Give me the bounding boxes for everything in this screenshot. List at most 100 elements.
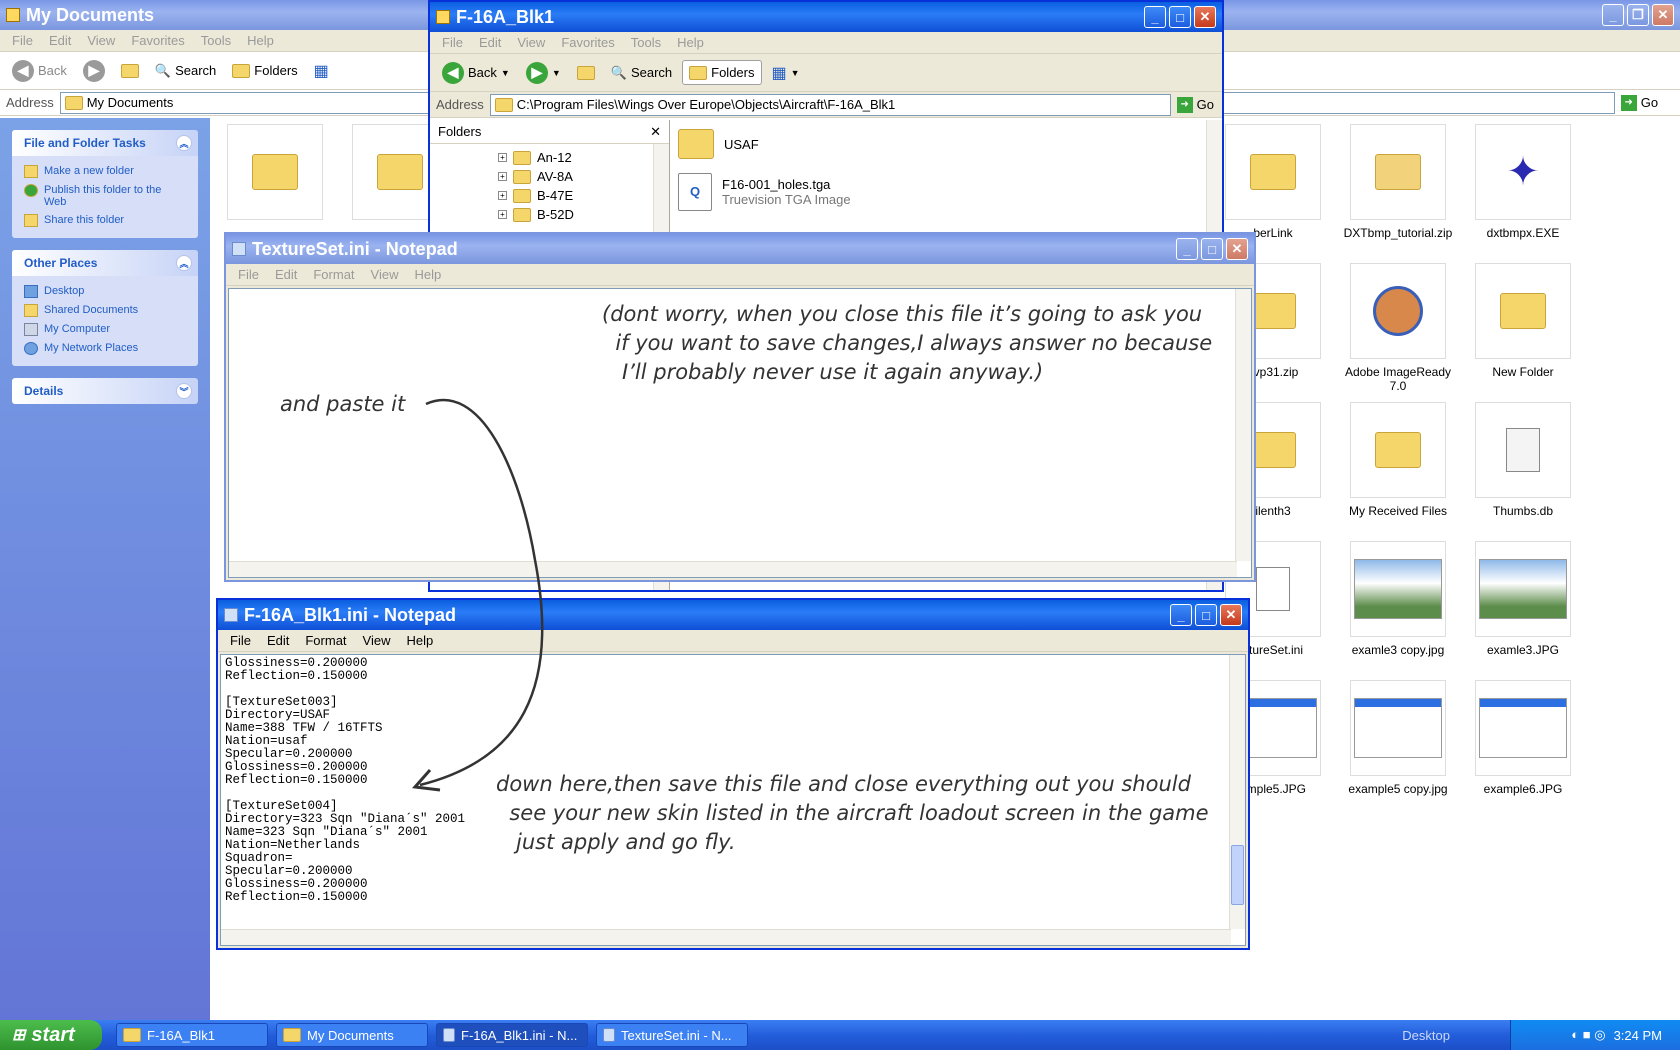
taskbar-item-textureset-notepad[interactable]: TextureSet.ini - N... — [596, 1023, 748, 1047]
expand-plus-icon[interactable]: + — [498, 210, 507, 219]
task-share-folder[interactable]: Share this folder — [24, 211, 186, 230]
menu-favorites[interactable]: Favorites — [123, 33, 192, 48]
file-item[interactable]: example6.JPG — [1463, 680, 1583, 796]
minimize-button[interactable]: _ — [1170, 604, 1192, 626]
menu-edit[interactable]: Edit — [259, 633, 297, 648]
search-button[interactable]: 🔍 Search — [605, 61, 678, 85]
expand-chevron-icon[interactable]: ︾ — [176, 383, 192, 399]
file-item-usaf[interactable]: USAF — [678, 124, 1198, 164]
forward-button[interactable]: ▶ ▼ — [520, 58, 567, 88]
taskbar-item-my-documents[interactable]: My Documents — [276, 1023, 428, 1047]
menu-favorites[interactable]: Favorites — [553, 35, 622, 50]
close-button[interactable]: ✕ — [1226, 238, 1248, 260]
clock[interactable]: 3:24 PM — [1614, 1028, 1662, 1043]
go-button[interactable]: ➜ Go — [1176, 96, 1222, 113]
menu-edit[interactable]: Edit — [267, 267, 305, 282]
close-pane-icon[interactable]: ✕ — [650, 124, 661, 140]
close-button[interactable]: ✕ — [1652, 4, 1674, 26]
close-button[interactable]: ✕ — [1220, 604, 1242, 626]
menu-format[interactable]: Format — [305, 267, 362, 282]
file-item[interactable]: examle3.JPG — [1463, 541, 1583, 657]
menu-file[interactable]: File — [222, 633, 259, 648]
tree-item-an-12[interactable]: + An-12 — [498, 148, 574, 167]
expand-plus-icon[interactable]: + — [498, 191, 507, 200]
address-input[interactable]: C:\Program Files\Wings Over Europe\Objec… — [489, 93, 1171, 116]
dropdown-arrow-icon[interactable]: ▼ — [501, 68, 510, 78]
horizontal-scrollbar[interactable] — [229, 561, 1237, 577]
up-button[interactable] — [571, 62, 601, 84]
menu-edit[interactable]: Edit — [41, 33, 79, 48]
menu-view[interactable]: View — [509, 35, 553, 50]
maximize-button[interactable]: □ — [1169, 6, 1191, 28]
collapse-chevron-icon[interactable]: ︽ — [176, 255, 192, 271]
tray-icons[interactable]: ◐ ■ ◎ — [1571, 1027, 1605, 1043]
file-item[interactable] — [215, 124, 335, 226]
collapse-chevron-icon[interactable]: ︽ — [176, 135, 192, 151]
scroll-thumb[interactable] — [1231, 845, 1244, 905]
place-my-computer[interactable]: My Computer — [24, 320, 186, 339]
place-my-network-places[interactable]: My Network Places — [24, 339, 186, 358]
menu-view[interactable]: View — [355, 633, 399, 648]
file-item[interactable]: My Received Files — [1338, 402, 1458, 518]
views-button[interactable]: ▦ — [308, 57, 335, 85]
panel-header[interactable]: File and Folder Tasks ︽ — [12, 130, 198, 156]
explorer-titlebar[interactable]: F-16A_Blk1 _ □ ✕ — [430, 2, 1222, 32]
place-desktop[interactable]: Desktop — [24, 282, 186, 301]
menu-file[interactable]: File — [230, 267, 267, 282]
menu-edit[interactable]: Edit — [471, 35, 509, 50]
file-item[interactable]: New Folder — [1463, 263, 1583, 379]
expand-plus-icon[interactable]: + — [498, 172, 507, 181]
menu-tools[interactable]: Tools — [623, 35, 669, 50]
panel-header[interactable]: Other Places ︽ — [12, 250, 198, 276]
file-item[interactable]: DXTbmp_tutorial.zip — [1338, 124, 1458, 240]
file-item[interactable]: examle3 copy.jpg — [1338, 541, 1458, 657]
tree-item-b-47e[interactable]: + B-47E — [498, 186, 574, 205]
back-button[interactable]: ◀ Back ▼ — [436, 58, 516, 88]
close-button[interactable]: ✕ — [1194, 6, 1216, 28]
dropdown-arrow-icon[interactable]: ▼ — [552, 68, 561, 78]
desktop-toolbar-label[interactable]: Desktop — [1402, 1028, 1450, 1043]
tree-item-b-52d[interactable]: + B-52D — [498, 205, 574, 224]
up-button[interactable] — [115, 60, 145, 82]
menu-help[interactable]: Help — [669, 35, 712, 50]
task-make-new-folder[interactable]: Make a new folder — [24, 162, 186, 181]
menu-help[interactable]: Help — [239, 33, 282, 48]
menu-file[interactable]: File — [4, 33, 41, 48]
menu-tools[interactable]: Tools — [193, 33, 239, 48]
menu-view[interactable]: View — [79, 33, 123, 48]
back-button[interactable]: ◀ Back — [6, 56, 73, 86]
menu-format[interactable]: Format — [297, 633, 354, 648]
vertical-scrollbar[interactable] — [1235, 289, 1251, 561]
folders-button[interactable]: Folders — [682, 60, 762, 85]
taskbar-item-f16-notepad[interactable]: F-16A_Blk1.ini - N... — [436, 1023, 588, 1047]
maximize-button[interactable]: □ — [1195, 604, 1217, 626]
file-item[interactable]: Thumbs.db — [1463, 402, 1583, 518]
vertical-scrollbar[interactable] — [1229, 655, 1245, 929]
file-item[interactable]: Adobe ImageReady 7.0 — [1338, 263, 1458, 393]
go-button[interactable]: ➜ Go — [1620, 94, 1672, 111]
maximize-button[interactable]: □ — [1201, 238, 1223, 260]
place-shared-documents[interactable]: Shared Documents — [24, 301, 186, 320]
forward-button[interactable]: ▶ — [77, 56, 111, 86]
file-item[interactable]: example5 copy.jpg — [1338, 680, 1458, 796]
folders-button[interactable]: Folders — [226, 59, 303, 82]
notepad-titlebar[interactable]: TextureSet.ini - Notepad _ □ ✕ — [226, 234, 1254, 264]
menu-help[interactable]: Help — [398, 633, 441, 648]
search-button[interactable]: 🔍 Search — [149, 59, 222, 83]
file-item[interactable]: berLink — [1213, 124, 1333, 240]
menu-view[interactable]: View — [363, 267, 407, 282]
tree-item-av-8a[interactable]: + AV-8A — [498, 167, 574, 186]
minimize-button[interactable]: _ — [1176, 238, 1198, 260]
start-button[interactable]: ⊞ start — [0, 1020, 102, 1050]
minimize-button[interactable]: _ — [1602, 4, 1624, 26]
task-publish-folder[interactable]: Publish this folder to the Web — [24, 181, 186, 211]
menu-file[interactable]: File — [434, 35, 471, 50]
file-item[interactable]: ✦ dxtbmpx.EXE — [1463, 124, 1583, 240]
restore-button[interactable]: ❐ — [1627, 4, 1649, 26]
expand-plus-icon[interactable]: + — [498, 153, 507, 162]
notepad-titlebar[interactable]: F-16A_Blk1.ini - Notepad _ □ ✕ — [218, 600, 1248, 630]
panel-header[interactable]: Details ︾ — [12, 378, 198, 404]
taskbar-item-explorer[interactable]: F-16A_Blk1 — [116, 1023, 268, 1047]
menu-help[interactable]: Help — [406, 267, 449, 282]
minimize-button[interactable]: _ — [1144, 6, 1166, 28]
